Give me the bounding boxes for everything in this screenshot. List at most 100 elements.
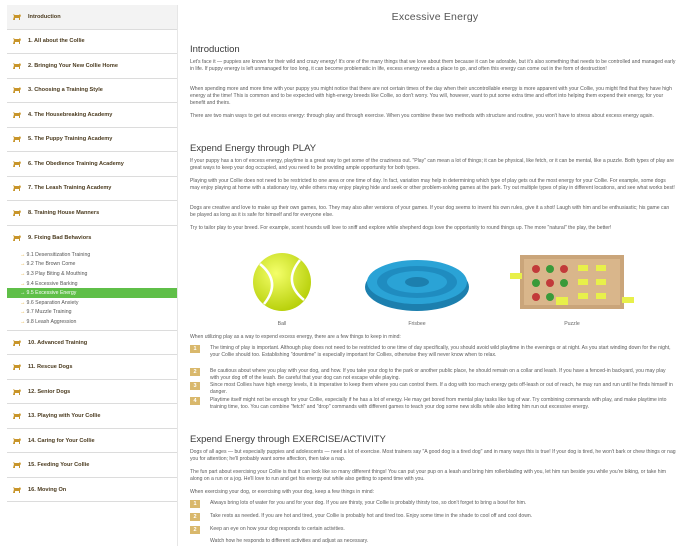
sidebar-group-fixing-bad-behaviors: 9. Fixing Bad Behaviors → 9.1 Desensitiza… [7,226,177,331]
sidebar-item[interactable]: 6. The Obedience Training Academy [7,152,177,177]
list-number-badge: 3 [190,382,200,390]
sidebar-item-label: 7. The Leash Training Academy [28,185,112,192]
sidebar-item-label: 8. Training House Manners [28,209,100,216]
sidebar-item-label: 11. Rescue Dogs [28,364,73,370]
frisbee-figure: Frisbee [362,243,472,327]
puzzle-toy-image [510,255,634,309]
sidebar-subitem[interactable]: → 9.8 Leash Aggression [7,317,177,327]
sidebar-item[interactable]: 16. Moving On [7,478,177,503]
sidebar-item[interactable]: 5. The Puppy Training Academy [7,128,177,152]
dog-icon [13,234,21,241]
arrow-right-icon: → [20,251,26,258]
sidebar-subitem[interactable]: → 9.3 Play Biting & Mouthing [7,269,177,279]
sidebar-item[interactable]: 10. Advanced Training [7,331,177,356]
section-heading-exercise: Expend Energy through EXERCISE/ACTIVITY [190,434,386,445]
sidebar-item[interactable]: Introduction [7,5,177,30]
sidebar-item[interactable]: 4. The Housebreaking Academy [7,103,177,128]
paragraph: Playing with your Collie does not need t… [190,178,675,191]
frisbee-caption: Frisbee [408,321,426,327]
arrow-right-icon: → [20,309,26,316]
sidebar-item-9[interactable]: 9. Fixing Bad Behaviors [7,226,177,251]
sidebar-item-label: 3. Choosing a Training Style [28,87,103,94]
dog-icon [13,437,21,444]
main-content: Excessive Energy Introduction Let's face… [190,0,680,546]
dog-icon [13,388,21,395]
sidebar-item[interactable]: 12. Senior Dogs [7,380,177,405]
dog-icon [13,209,21,216]
paragraph: If your puppy has a ton of excess energy… [190,158,675,171]
dog-icon [13,339,21,346]
sidebar-subitem[interactable]: → 9.7 Muzzle Training [7,308,177,318]
sidebar-item[interactable]: 15. Feeding Your Collie [7,453,177,478]
tennis-ball-image [253,253,311,311]
dog-icon [13,413,21,419]
dog-icon [13,486,21,493]
sidebar-item-label: 2. Bringing Your New Collie Home [28,62,118,69]
arrow-right-icon: → [20,280,26,287]
paragraph: The fun part about exercising your Colli… [190,469,666,482]
page-title: Excessive Energy [391,11,479,23]
arrow-right-icon: → [20,261,26,268]
paragraph: Let's face it — puppies are known for th… [190,59,676,72]
sidebar-item[interactable]: 8. Training House Manners [7,201,177,226]
section-heading-introduction: Introduction [190,44,240,55]
sidebar-item-label: 15. Feeding Your Collie [28,462,90,468]
dog-icon [13,462,21,468]
list-item-text: Since most Collies have high energy leve… [210,382,673,395]
sidebar-item-label: 16. Moving On [28,486,67,493]
sidebar-item-label: Introduction [28,13,61,20]
paragraph: Dogs of all ages — but especially puppie… [190,449,676,462]
sidebar-item[interactable]: 13. Playing with Your Collie [7,404,177,429]
list-number-badge: 2 [190,513,200,521]
list-number-badge: 4 [190,397,200,405]
ball-figure: Ball [237,243,327,327]
list-item-text: Be cautious about where you play with yo… [210,368,666,381]
sidebar-item[interactable]: 11. Rescue Dogs [7,355,177,380]
chapter-sidebar: Introduction 1. All about the Collie 2. Br… [7,5,178,546]
dog-icon [13,160,21,167]
dog-icon [13,62,21,69]
puzzle-figure: Puzzle [507,243,637,327]
arrow-right-icon: → [20,299,26,306]
sidebar-item-label: 12. Senior Dogs [28,388,71,395]
paragraph: When spending more and more time with yo… [190,86,672,106]
toy-image-row: Ball Frisbee Puzzle [190,243,680,327]
sidebar-item-label: 9. Fixing Bad Behaviors [28,234,92,241]
sidebar-subitem[interactable]: → 9.1 Desensitization Training [7,250,177,260]
list-item-text: Always bring lots of water for you and f… [210,500,527,506]
sidebar-item-label: 5. The Puppy Training Academy [28,136,113,143]
list-item-text: Take rests as needed. If you are hot and… [210,513,533,519]
sidebar-subitem-label: 9.1 Desensitization Training [26,251,91,258]
list-number-badge: 2 [190,526,200,534]
sidebar-item[interactable]: 7. The Leash Training Academy [7,177,177,201]
sidebar-item-label: 10. Advanced Training [28,339,88,346]
paragraph: When exercising your dog, or exercising … [190,489,375,495]
arrow-right-icon: → [20,270,26,277]
sidebar-subitem-label: 9.5 Excessive Energy [26,290,77,297]
sidebar-subitem-label: 9.8 Leash Aggression [26,318,77,325]
sidebar-subitem-label: 9.4 Excessive Barking [26,280,78,287]
sidebar-item[interactable]: 3. Choosing a Training Style [7,79,177,103]
dog-icon [13,185,21,192]
sidebar-item[interactable]: 14. Caring for Your Collie [7,429,177,454]
list-item-text: Playtime itself might not be enough for … [210,397,667,410]
dog-icon [13,87,21,94]
sidebar-item[interactable]: 2. Bringing Your New Collie Home [7,54,177,79]
paragraph: There are two main ways to get out exces… [190,113,654,119]
dog-icon [13,136,21,143]
sidebar-subitem-label: 9.7 Muzzle Training [26,309,72,316]
sidebar-subitem[interactable]: → 9.4 Excessive Barking [7,279,177,289]
list-number-badge: 1 [190,345,200,353]
list-item-text: Keep an eye on how your dog responds to … [210,526,345,532]
sidebar-subitem-label: 9.3 Play Biting & Mouthing [26,270,88,277]
paragraph: Dogs are creative and love to make up th… [190,205,670,218]
arrow-right-icon: → [20,290,26,297]
paragraph: Try to tailor play to your breed. For ex… [190,225,612,231]
sidebar-subitem[interactable]: → 9.6 Separation Anxiety [7,298,177,308]
sidebar-subitem[interactable]: → 9.2 The Brown Come [7,260,177,270]
sidebar-item[interactable]: 1. All about the Collie [7,30,177,54]
sidebar-subitem-label: 9.2 The Brown Come [26,261,76,268]
sidebar-item-label: 1. All about the Collie [28,38,85,45]
sidebar-subitem[interactable]: → 9.5 Excessive Energy [7,288,177,298]
sidebar-subitem-label: 9.6 Separation Anxiety [26,299,79,306]
